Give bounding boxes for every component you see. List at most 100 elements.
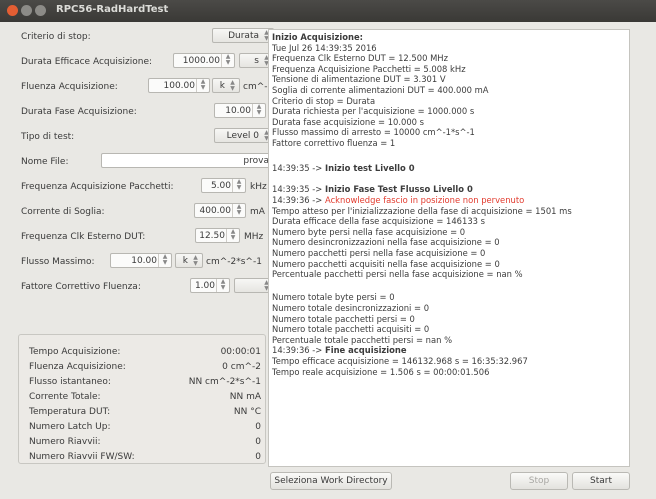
log-line: Numero pacchetti acquisiti nella fase ac…	[272, 259, 500, 269]
flusso-massimo-spinbox[interactable]: 10.00 ▲ ▼	[110, 253, 172, 268]
row-criterio-stop: Criterio di stop: Durata ▲ ▼	[18, 28, 274, 46]
durata-fase-spinbox[interactable]: 10.00 ▲ ▼	[214, 103, 266, 118]
log-line: Fattore correttivo fluenza = 1	[272, 138, 395, 148]
log-text: Tempo atteso per l'inizializzazione dell…	[272, 205, 572, 216]
minimize-window-button[interactable]	[21, 5, 32, 16]
durata-efficace-spinbox[interactable]: 1000.00 ▲ ▼	[173, 53, 235, 68]
log-text: Numero pacchetti acquisiti nella fase ac…	[272, 258, 500, 269]
log-text: Fattore correttivo fluenza = 1	[272, 138, 396, 148]
spin-arrows-icon[interactable]: ▲ ▼	[221, 54, 234, 67]
freq-clk-spinbox[interactable]: 12.50 ▲ ▼	[195, 228, 240, 243]
log-line: Tempo efficace acquisizione = 146132.968…	[272, 356, 528, 366]
row-tipo-test: Tipo di test: Level 0 ▲ ▼	[18, 128, 274, 146]
log-text: Numero totale desincronizzazioni = 0	[272, 303, 430, 313]
stat-value: NN °C	[233, 407, 261, 417]
stat-label: Fluenza Acquisizione:	[29, 362, 126, 372]
start-button[interactable]: Start	[572, 472, 630, 490]
stat-value: 0	[255, 422, 261, 432]
updown-arrows-icon: ▲ ▼	[193, 254, 198, 267]
log-line: Tempo atteso per l'inizializzazione dell…	[272, 206, 572, 216]
stat-value: 0	[255, 452, 261, 462]
updown-arrows-icon: ▲ ▼	[230, 79, 235, 92]
close-window-button[interactable]	[7, 5, 18, 16]
log-text: Tempo reale acquisizione = 1.506 s = 00:…	[272, 366, 490, 377]
spin-arrows-icon[interactable]: ▲ ▼	[252, 104, 265, 117]
stat-row: Fluenza Acquisizione: 0 cm^-2	[29, 362, 261, 376]
select-work-directory-button[interactable]: Seleziona Work Directory	[270, 472, 392, 490]
log-line: Frequenza Clk Esterno DUT = 12.500 MHz	[272, 53, 448, 63]
log-line: Durata richiesta per l'acquisizione = 10…	[272, 106, 474, 116]
statistics-panel: Tempo Acquisizione: 00:00:01 Fluenza Acqui…	[18, 334, 266, 464]
row-flusso-massimo: Flusso Massimo: 10.00 ▲ ▼ k ▲ ▼ cm^-2*s^-1	[18, 253, 274, 271]
stat-row: Flusso istantaneo: NN cm^-2*s^-1	[29, 377, 261, 391]
log-line: Numero totale pacchetti acquisiti = 0	[272, 324, 429, 334]
title-bar: RPC56-RadHardTest	[0, 0, 656, 22]
stat-row: Corrente Totale: NN mA	[29, 392, 261, 406]
spin-arrows-icon[interactable]: ▲ ▼	[232, 179, 245, 192]
log-text: Numero byte persi nella fase acquisizion…	[272, 226, 466, 237]
nome-file-input[interactable]: prova	[101, 153, 274, 168]
spin-arrows-icon[interactable]: ▲ ▼	[196, 79, 209, 92]
log-text: Numero pacchetti persi nella fase acquis…	[272, 248, 486, 258]
log-text: Tensione di alimentazione DUT = 3.301 V	[272, 74, 446, 85]
durata-efficace-label: Durata Efficace Acquisizione:	[21, 57, 153, 67]
log-text: Frequenza Clk Esterno DUT = 12.500 MHz	[272, 53, 448, 64]
spin-arrows-icon[interactable]: ▲ ▼	[216, 279, 229, 292]
stat-row: Numero Riavvii FW/SW: 0	[29, 452, 261, 466]
tipo-test-select[interactable]: Level 0 ▲ ▼	[214, 128, 274, 143]
log-line: Soglia di corrente alimentazioni DUT = 4…	[272, 85, 489, 95]
log-text: Inizio Acquisizione:	[272, 32, 363, 42]
stat-label: Numero Latch Up:	[29, 422, 111, 432]
flusso-massimo-unit: cm^-2*s^-1	[206, 257, 262, 267]
log-line: Criterio di stop = Durata	[272, 96, 375, 106]
log-text: Durata fase acquisizione = 10.000 s	[272, 116, 425, 127]
flusso-massimo-prefix: k	[182, 256, 188, 266]
log-timestamp: 14:39:35 ->	[272, 184, 325, 195]
log-line: Numero totale desincronizzazioni = 0	[272, 303, 429, 313]
log-text: Inizio Fase Test Flusso Livello 0	[324, 184, 473, 195]
flusso-massimo-value: 10.00	[131, 256, 157, 266]
window-title: RPC56-RadHardTest	[56, 4, 169, 15]
flusso-massimo-prefix-select[interactable]: k ▲ ▼	[175, 253, 203, 268]
log-line: Inizio Acquisizione:	[272, 32, 363, 42]
spin-arrows-icon[interactable]: ▲ ▼	[232, 204, 245, 217]
criterio-stop-label: Criterio di stop:	[21, 32, 91, 42]
freq-clk-value: 12.50	[199, 231, 225, 241]
log-line: Numero desincronizzazioni nella fase acq…	[272, 237, 500, 247]
fluenza-spinbox[interactable]: 100.00 ▲ ▼	[148, 78, 210, 93]
log-text: Fine acquisizione	[324, 345, 407, 356]
stat-value: 00:00:01	[220, 347, 261, 357]
stat-value: NN mA	[229, 392, 261, 402]
log-text: Criterio di stop = Durata	[272, 95, 376, 106]
stat-row: Numero Latch Up: 0	[29, 422, 261, 436]
row-durata-efficace: Durata Efficace Acquisizione: 1000.00 ▲ ▼…	[18, 53, 274, 71]
log-text: Soglia di corrente alimentazioni DUT = 4…	[272, 85, 489, 95]
spin-arrows-icon[interactable]: ▲ ▼	[158, 254, 171, 267]
tipo-test-value: Level 0	[226, 131, 259, 141]
log-line: Numero totale byte persi = 0	[272, 292, 395, 302]
stop-button[interactable]: Stop	[510, 472, 568, 490]
corrente-soglia-spinbox[interactable]: 400.00 ▲ ▼	[194, 203, 246, 218]
log-timestamp: 14:39:36 ->	[272, 195, 325, 205]
stat-value: 0 cm^-2	[222, 362, 261, 372]
log-text: Frequenza Acquisizione Pacchetti = 5.008…	[272, 63, 466, 74]
criterio-stop-select[interactable]: Durata ▲ ▼	[212, 28, 274, 43]
spin-arrows-icon[interactable]: ▲ ▼	[226, 229, 239, 242]
log-timestamp: 14:39:35 ->	[272, 163, 325, 174]
freq-pacchetti-spinbox[interactable]: 5.00 ▲ ▼	[201, 178, 246, 193]
stat-value: NN cm^-2*s^-1	[188, 377, 261, 387]
log-line: 14:39:35 -> Inizio Fase Test Flusso Live…	[272, 184, 473, 194]
maximize-window-button[interactable]	[35, 5, 46, 16]
fattore-corr-spinbox[interactable]: 1.00 ▲ ▼	[190, 278, 230, 293]
corrente-soglia-unit: mA	[250, 207, 265, 217]
log-text: Tempo efficace acquisizione = 146132.968…	[272, 356, 528, 366]
stat-label: Temperatura DUT:	[29, 407, 111, 417]
log-line: Percentuale totale pacchetti persi = nan…	[272, 335, 452, 345]
log-text: Flusso massimo di arresto = 10000 cm^-1*…	[272, 127, 475, 138]
log-text: Numero totale pacchetti acquisiti = 0	[272, 324, 430, 335]
log-text: Numero totale byte persi = 0	[272, 292, 395, 303]
freq-clk-label: Frequenza Clk Esterno DUT:	[21, 232, 146, 242]
freq-pacchetti-unit: kHz	[250, 182, 267, 192]
log-line: Numero totale pacchetti persi = 0	[272, 314, 415, 324]
fluenza-prefix-select[interactable]: k ▲ ▼	[212, 78, 240, 93]
